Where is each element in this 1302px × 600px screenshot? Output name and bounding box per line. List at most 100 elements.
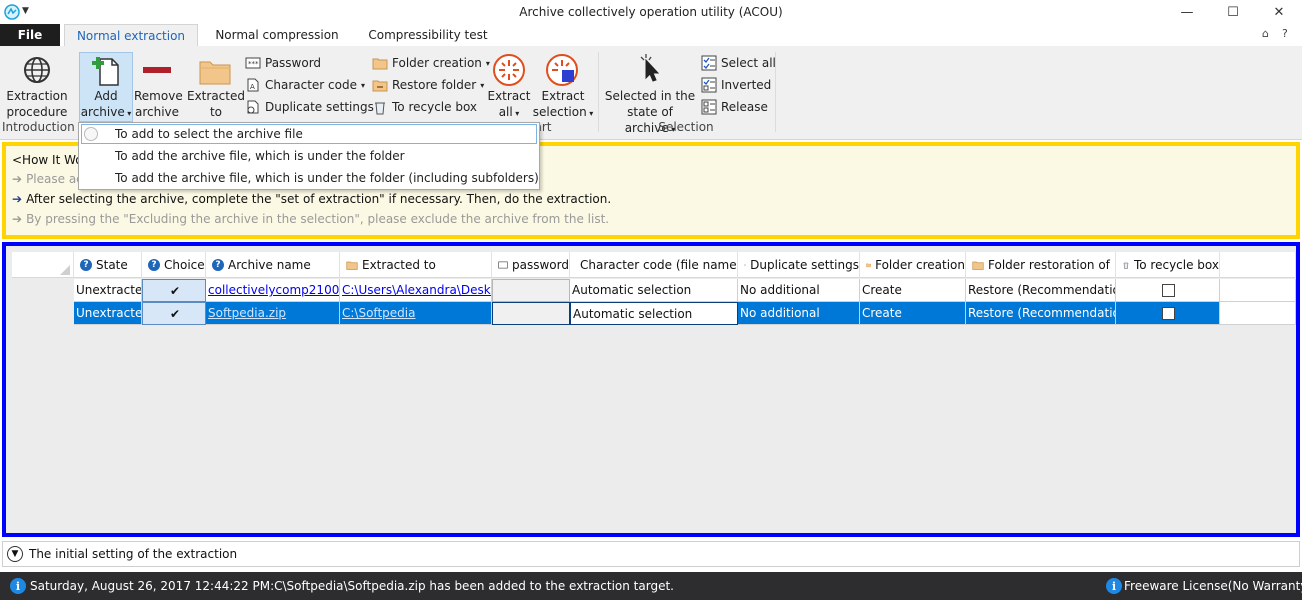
column-header-folder-creation[interactable]: Folder creation [860,252,966,278]
group-label-selection: Selection [658,120,714,134]
cell-choice[interactable]: ✔ [142,279,206,302]
info-step-2: ➔ After selecting the archive, complete t… [12,192,612,206]
to-recycle-box-button[interactable]: To recycle box [372,97,477,117]
duplicate-settings-icon [247,100,259,114]
arrow-right-icon: ➔ [12,172,23,186]
cell-duplicate-settings[interactable]: No additional [738,279,860,302]
cell-folder-creation[interactable]: Create [860,279,966,302]
tab-compressibility-test[interactable]: Compressibility test [356,24,500,46]
cell-choice[interactable]: ✔ [142,302,206,325]
cell-folder-creation[interactable]: Create [860,302,966,325]
cell-archive-name[interactable]: Softpedia.zip [206,302,340,325]
extraction-procedure-button[interactable]: Extraction procedure [4,88,70,120]
menu-item-archive-under-folder-subfolders[interactable]: To add the archive file, which is under … [79,167,539,189]
cell-state[interactable]: Unextracted [74,302,142,325]
duplicate-settings-button[interactable]: Duplicate settings▾ [245,97,382,117]
column-header-password[interactable]: password [492,252,570,278]
minus-icon [143,67,171,73]
password-button[interactable]: *** Password [245,53,321,73]
svg-text:A: A [250,83,255,91]
cell-character-code[interactable]: Automatic selection [570,279,738,302]
extract-selection-button[interactable]: Extract selection ▾ [532,88,594,122]
collapse-ribbon-icon[interactable]: ⌂ [1262,27,1269,40]
expand-chevron-icon[interactable]: ▼ [7,546,23,562]
column-header-to-recycle-box[interactable]: To recycle box [1116,252,1220,278]
recycle-checkbox[interactable] [1162,283,1175,297]
restore-folder-icon [372,80,388,92]
folder-icon [972,261,984,270]
restore-folder-button[interactable]: Restore folder ▾ [372,75,484,95]
character-code-button[interactable]: A Character code ▾ [245,75,365,95]
question-icon: ? [148,258,160,271]
question-icon: ? [212,258,224,271]
grid-corner[interactable] [12,252,74,278]
folder-creation-dropdown-icon: ▾ [485,58,490,68]
character-code-dropdown-icon: ▾ [361,80,366,90]
cell-archive-name[interactable]: collectivelycomp2100.zip [206,279,340,302]
tab-normal-extraction[interactable]: Normal extraction [64,24,198,46]
password-icon: *** [245,57,261,69]
tab-normal-compression[interactable]: Normal compression [204,24,350,46]
cell-filler [1220,279,1296,302]
cell-state[interactable]: Unextracted [74,279,142,302]
help-icon[interactable]: ? [1282,27,1288,40]
cell-folder-restoration[interactable]: Restore (Recommendation) [966,279,1116,302]
arrow-right-icon: ➔ [12,192,23,206]
column-header-archive-name[interactable]: ? Archive name [206,252,340,278]
menu-item-archive-under-folder[interactable]: To add the archive file, which is under … [79,145,539,167]
extract-all-icon [492,53,526,87]
cell-character-code[interactable]: Automatic selection [570,302,738,325]
column-header-folder-restoration[interactable]: Folder restoration of [966,252,1116,278]
select-all-icon [701,55,717,71]
folder-creation-icon [372,58,388,70]
folder-creation-button[interactable]: Folder creation ▾ [372,53,490,73]
archive-list-panel: ? State ? Choice ? Archive name Extracted t… [2,242,1300,537]
extract-all-dropdown-icon: ▾ [512,109,520,118]
release-icon [701,99,717,115]
menu-item-icon [84,127,98,141]
info-step-3: ➔ By pressing the "Excluding the archive … [12,212,610,226]
arrow-right-icon: ➔ [12,212,23,226]
inverted-button[interactable]: Inverted [701,75,771,95]
how-it-works-heading: <How It Wor [12,153,88,167]
folder-icon [346,261,358,270]
close-button[interactable]: ✕ [1256,0,1302,24]
cell-extracted-to[interactable]: C:\Softpedia [340,302,492,325]
recycle-bin-icon [375,102,385,115]
add-archive-menu: To add to select the archive file To add… [78,122,540,190]
cell-extracted-to[interactable]: C:\Users\Alexandra\Desktop [340,279,492,302]
cell-to-recycle-box[interactable] [1116,302,1220,325]
cell-duplicate-settings[interactable]: No additional [738,302,860,325]
cell-to-recycle-box[interactable] [1116,279,1220,302]
remove-archive-button[interactable]: Remove archive [134,88,183,120]
extracted-to-button[interactable]: Extracted to [186,88,246,120]
globe-icon [22,55,52,85]
minimize-button[interactable]: — [1164,0,1210,24]
column-header-choice[interactable]: ? Choice [142,252,206,278]
column-header-extracted-to[interactable]: Extracted to [340,252,492,278]
recycle-bin-icon [1123,262,1129,269]
column-header-duplicate-settings[interactable]: Duplicate settings [738,252,860,278]
menu-item-select-archive-file[interactable]: To add to select the archive file [81,124,537,144]
tab-file[interactable]: File [0,24,60,46]
license-text[interactable]: Freeware License(No Warranty) [1124,579,1302,593]
release-button[interactable]: Release [701,97,768,117]
maximize-button[interactable]: ☐ [1210,0,1256,24]
column-header-character-code[interactable]: Character code (file name) [570,252,738,278]
window-title: Archive collectively operation utility (… [519,5,783,19]
cell-folder-restoration[interactable]: Restore (Recommendation) [966,302,1116,325]
recycle-checkbox[interactable] [1162,306,1175,320]
password-icon [498,261,508,268]
inverted-icon [701,77,717,93]
initial-setting-expander[interactable]: ▼ The initial setting of the extraction [2,541,1300,567]
initial-setting-label: The initial setting of the extraction [29,547,238,561]
select-all-button[interactable]: Select all [701,53,776,73]
group-separator [598,52,599,132]
info-step-1: ➔ Please ac [12,172,83,186]
cell-password[interactable] [492,302,570,325]
add-archive-dropdown-icon: ▾ [124,109,132,118]
extract-all-button[interactable]: Extract all ▾ [484,88,534,122]
cell-password[interactable] [492,279,570,302]
add-archive-button[interactable]: Add archive ▾ [80,88,132,122]
column-header-state[interactable]: ? State [74,252,142,278]
